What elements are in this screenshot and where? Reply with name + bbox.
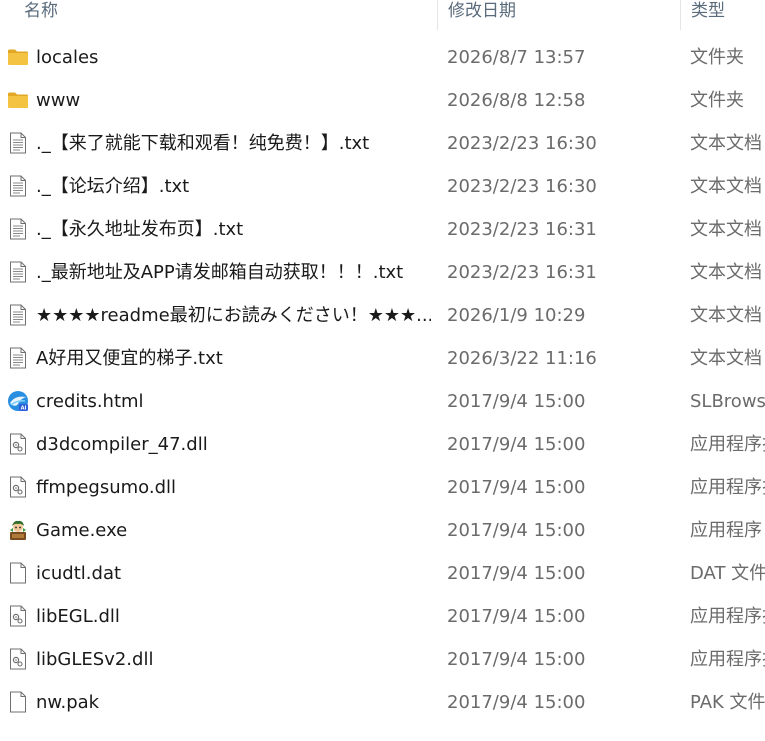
file-modified-date: 2017/9/4 15:00: [447, 606, 586, 627]
file-type: 文本文档: [690, 305, 762, 326]
column-header-type[interactable]: 类型: [680, 0, 765, 30]
file-modified-date: 2017/9/4 15:00: [447, 563, 586, 584]
file-row[interactable]: d3dcompiler_47.dll 2017/9/4 15:00 应用程序扩: [0, 423, 765, 466]
file-name: ._最新地址及APP请发邮箱自动获取！！！.txt: [36, 262, 404, 283]
file-row[interactable]: AI credits.html 2017/9/4 15:00 SLBrowse: [0, 380, 765, 423]
file-row[interactable]: ._【论坛介绍】.txt 2023/2/23 16:30 文本文档: [0, 165, 765, 208]
file-name: ._【永久地址发布页】.txt: [36, 219, 244, 240]
file-type: 应用程序扩: [690, 606, 765, 627]
file-modified-date: 2017/9/4 15:00: [447, 649, 586, 670]
file-name: locales: [36, 47, 99, 68]
file-type: 应用程序扩: [690, 434, 765, 455]
dll-file-icon: [7, 476, 29, 498]
file-modified-date: 2017/9/4 15:00: [447, 477, 586, 498]
file-row[interactable]: ._最新地址及APP请发邮箱自动获取！！！.txt 2023/2/23 16:31…: [0, 251, 765, 294]
file-type: 文件夹: [690, 47, 744, 68]
file-row[interactable]: A好用又便宜的梯子.txt 2026/3/22 11:16 文本文档: [0, 337, 765, 380]
file-modified-date: 2026/3/22 11:16: [447, 348, 597, 369]
blank-file-icon: [7, 691, 29, 713]
file-name: d3dcompiler_47.dll: [36, 434, 208, 455]
file-name: ._【来了就能下载和观看！纯免费！】.txt: [36, 133, 370, 154]
file-modified-date: 2023/2/23 16:30: [447, 133, 597, 154]
folder-icon: [7, 46, 29, 68]
file-type: SLBrowse: [690, 391, 765, 412]
file-name: credits.html: [36, 391, 144, 412]
text-file-icon: [7, 218, 29, 240]
file-row[interactable]: icudtl.dat 2017/9/4 15:00 DAT 文件: [0, 552, 765, 595]
file-row[interactable]: ._【来了就能下载和观看！纯免费！】.txt 2023/2/23 16:30 文本文…: [0, 122, 765, 165]
file-name: libGLESv2.dll: [36, 649, 154, 670]
file-row[interactable]: ★★★★readme最初にお読みください！★★★... 2026/1/9 10:2…: [0, 294, 765, 337]
text-file-icon: [7, 132, 29, 154]
file-type: 应用程序扩: [690, 649, 765, 670]
dll-file-icon: [7, 433, 29, 455]
file-modified-date: 2026/1/9 10:29: [447, 305, 586, 326]
file-row[interactable]: nw.pak 2017/9/4 15:00 PAK 文件: [0, 681, 765, 724]
file-type: PAK 文件: [690, 692, 765, 713]
file-name: ffmpegsumo.dll: [36, 477, 177, 498]
file-modified-date: 2023/2/23 16:31: [447, 262, 597, 283]
column-header-bar: 名称 修改日期 类型: [0, 0, 765, 30]
file-modified-date: 2023/2/23 16:30: [447, 176, 597, 197]
file-row[interactable]: locales 2026/8/7 13:57 文件夹: [0, 36, 765, 79]
file-name: A好用又便宜的梯子.txt: [36, 348, 223, 369]
file-row[interactable]: libEGL.dll 2017/9/4 15:00 应用程序扩: [0, 595, 765, 638]
file-modified-date: 2017/9/4 15:00: [447, 391, 586, 412]
text-file-icon: [7, 175, 29, 197]
file-type: 文件夹: [690, 90, 744, 111]
file-row[interactable]: www 2026/8/8 12:58 文件夹: [0, 79, 765, 122]
file-row[interactable]: Game.exe 2017/9/4 15:00 应用程序: [0, 509, 765, 552]
file-modified-date: 2023/2/23 16:31: [447, 219, 597, 240]
dll-file-icon: [7, 605, 29, 627]
text-file-icon: [7, 347, 29, 369]
blank-file-icon: [7, 562, 29, 584]
file-name: www: [36, 90, 81, 111]
file-type: 文本文档: [690, 348, 762, 369]
file-name: ._【论坛介绍】.txt: [36, 176, 190, 197]
file-type: 文本文档: [690, 262, 762, 283]
file-type: 应用程序: [690, 520, 762, 541]
text-file-icon: [7, 261, 29, 283]
file-name: libEGL.dll: [36, 606, 120, 627]
file-type: DAT 文件: [690, 563, 765, 584]
folder-icon: [7, 89, 29, 111]
file-row[interactable]: ffmpegsumo.dll 2017/9/4 15:00 应用程序扩: [0, 466, 765, 509]
text-file-icon: [7, 304, 29, 326]
file-row[interactable]: ._【永久地址发布页】.txt 2023/2/23 16:31 文本文档: [0, 208, 765, 251]
file-modified-date: 2026/8/8 12:58: [447, 90, 586, 111]
file-name: ★★★★readme最初にお読みください！★★★...: [36, 305, 431, 326]
file-type: 文本文档: [690, 219, 762, 240]
file-modified-date: 2017/9/4 15:00: [447, 520, 586, 541]
svg-text:AI: AI: [21, 406, 27, 412]
dll-file-icon: [7, 648, 29, 670]
file-modified-date: 2017/9/4 15:00: [447, 434, 586, 455]
file-type: 应用程序扩: [690, 477, 765, 498]
column-header-name[interactable]: 名称: [14, 0, 437, 30]
file-modified-date: 2017/9/4 15:00: [447, 692, 586, 713]
file-type: 文本文档: [690, 176, 762, 197]
file-modified-date: 2026/8/7 13:57: [447, 47, 586, 68]
column-header-date[interactable]: 修改日期: [437, 0, 680, 30]
file-name: Game.exe: [36, 520, 128, 541]
game-exe-icon: [7, 519, 29, 541]
browser-html-icon: AI: [7, 390, 29, 412]
file-type: 文本文档: [690, 133, 762, 154]
file-row[interactable]: libGLESv2.dll 2017/9/4 15:00 应用程序扩: [0, 638, 765, 681]
file-list: locales 2026/8/7 13:57 文件夹 www 2026/8/8 12:…: [0, 36, 765, 724]
file-name: icudtl.dat: [36, 563, 122, 584]
file-name: nw.pak: [36, 692, 100, 713]
